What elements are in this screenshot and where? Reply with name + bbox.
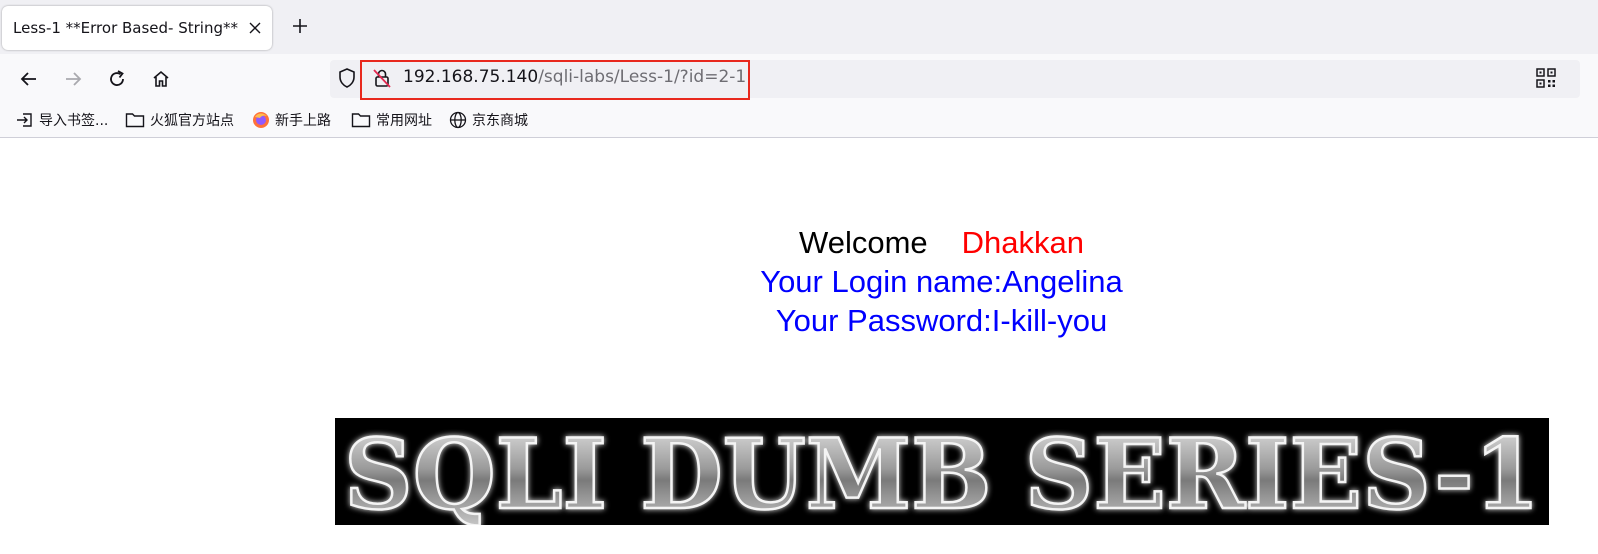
- folder-icon: [351, 113, 371, 128]
- bookmark-label: 京东商城: [472, 113, 528, 129]
- folder-icon: [125, 113, 145, 128]
- plus-icon: [293, 19, 307, 33]
- bookmark-firefox-official[interactable]: 火狐官方站点: [125, 110, 234, 130]
- import-icon: [17, 113, 32, 127]
- welcome-text: Welcome: [799, 225, 928, 260]
- globe-icon: [449, 111, 467, 129]
- tab-title: Less-1 **Error Based- String**: [13, 19, 238, 37]
- home-icon: [153, 70, 169, 87]
- home-button[interactable]: [146, 64, 176, 94]
- reload-button[interactable]: [102, 64, 132, 94]
- back-button[interactable]: [14, 64, 44, 94]
- close-tab-icon[interactable]: [243, 16, 267, 40]
- forward-button[interactable]: [58, 64, 88, 94]
- password-text: Your Password:I-kill-you: [775, 303, 1108, 338]
- bookmark-common-sites[interactable]: 常用网址: [351, 110, 432, 130]
- page-content: Welcome Dhakkan Your Login name:Angelina …: [0, 139, 1598, 554]
- back-arrow-icon: [20, 72, 36, 86]
- forward-arrow-icon: [66, 72, 82, 86]
- url-path: /sqli-labs/Less-1/?id=2-1: [538, 67, 747, 87]
- bookmark-import[interactable]: 导入书签...: [16, 110, 108, 130]
- firefox-icon: [253, 112, 269, 128]
- bookmark-label: 导入书签...: [39, 113, 109, 129]
- welcome-line: Welcome Dhakkan: [0, 225, 1598, 261]
- shield-icon[interactable]: [337, 67, 357, 93]
- bookmarks-toolbar: 导入书签... 火狐官方站点 新手上路 常用网址 京东商城: [0, 104, 1598, 138]
- new-tab-button[interactable]: [287, 13, 313, 39]
- bookmark-jd-mall[interactable]: 京东商城: [449, 110, 528, 130]
- reload-icon: [110, 70, 124, 86]
- navigation-toolbar: 192.168.75.140/sqli-labs/Less-1/?id=2-1: [0, 54, 1598, 104]
- sqli-dumb-series-banner: SQLI DUMB SERIES-1: [335, 418, 1549, 525]
- tab-bar: Less-1 **Error Based- String**: [0, 0, 1598, 54]
- bookmark-label: 火狐官方站点: [150, 113, 234, 129]
- url-host: 192.168.75.140: [403, 67, 539, 87]
- banner-graphic: SQLI DUMB SERIES-1: [343, 418, 1542, 525]
- bookmark-label: 新手上路: [275, 113, 331, 129]
- bookmark-label: 常用网址: [376, 113, 432, 129]
- banner-text: SQLI DUMB SERIES-1: [344, 418, 1540, 525]
- login-name-text: Your Login name:Angelina: [760, 264, 1123, 299]
- bookmark-getting-started[interactable]: 新手上路: [252, 110, 331, 130]
- browser-tab[interactable]: Less-1 **Error Based- String**: [2, 6, 272, 50]
- url-text[interactable]: 192.168.75.140/sqli-labs/Less-1/?id=2-1: [403, 67, 746, 87]
- welcome-username: Dhakkan: [961, 225, 1084, 260]
- qr-code-icon[interactable]: [1536, 68, 1556, 92]
